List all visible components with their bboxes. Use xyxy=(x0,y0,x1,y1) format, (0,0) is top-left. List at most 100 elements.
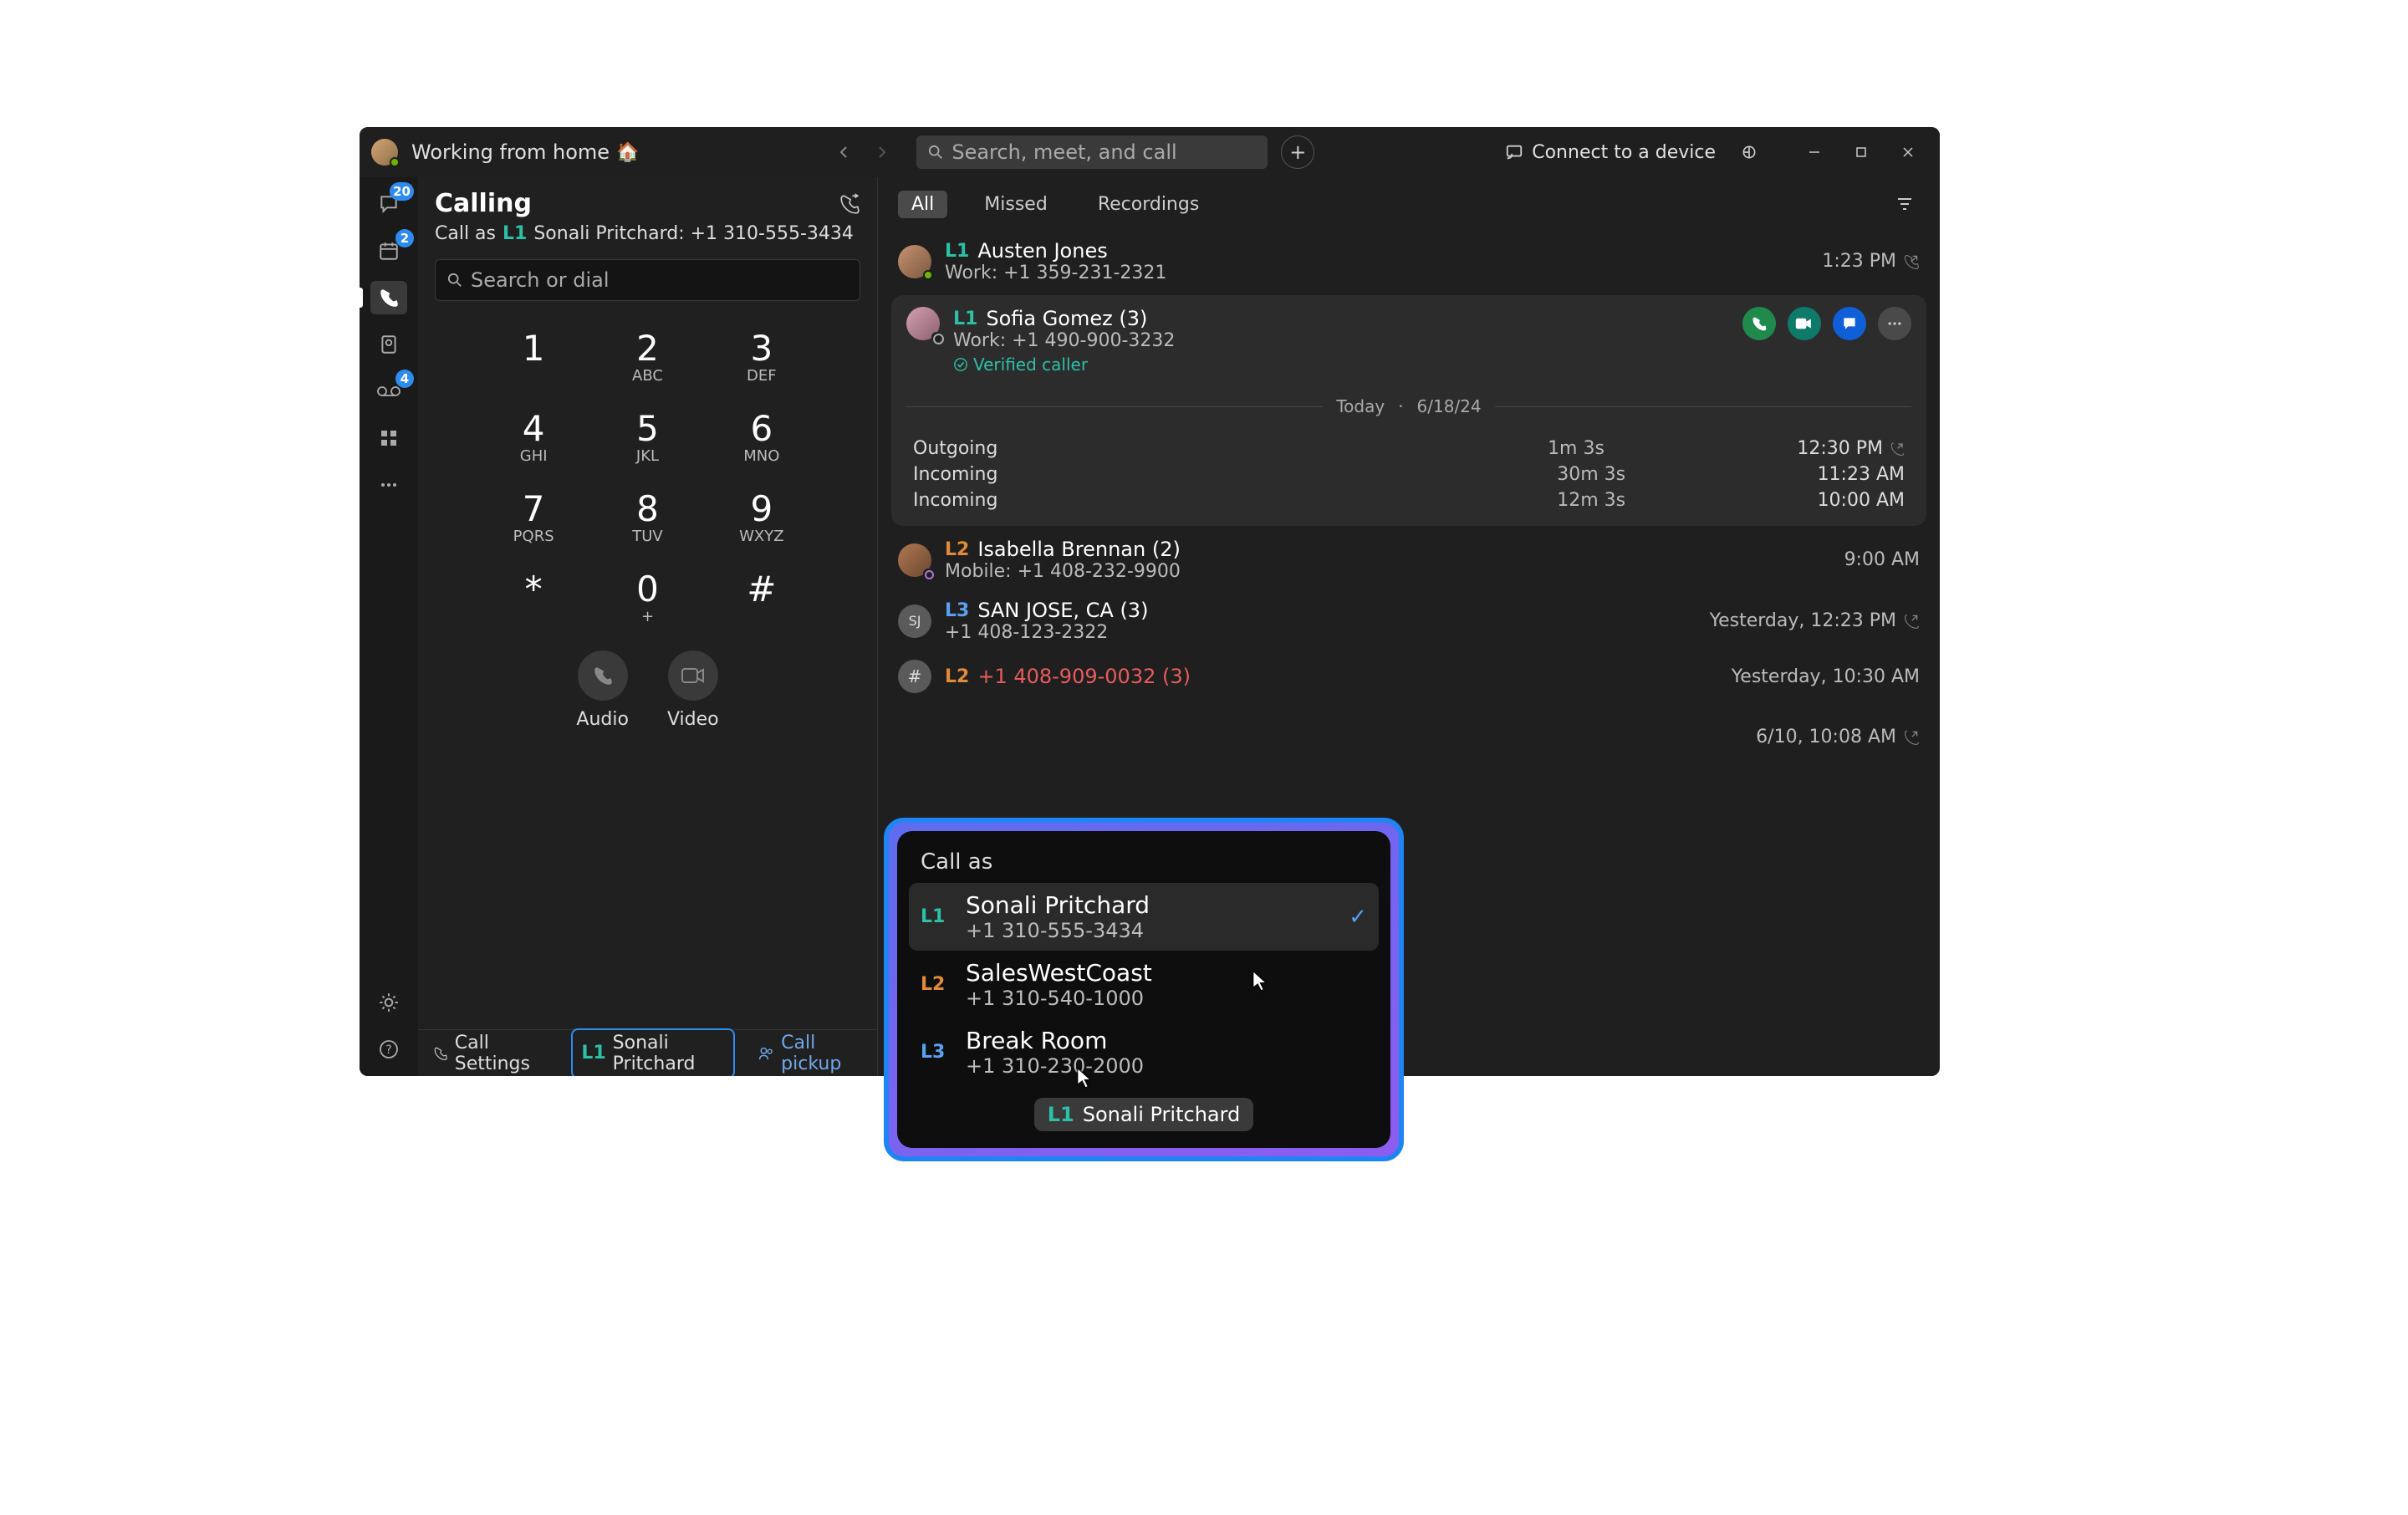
global-search-input[interactable]: Search, meet, and call xyxy=(916,135,1268,169)
popover-item-name: SalesWestCoast xyxy=(966,959,1152,987)
detail-row: Outgoing 1m 3s 12:30 PM xyxy=(913,438,1905,459)
dial-key-hash[interactable]: # xyxy=(705,569,819,625)
video-icon xyxy=(681,667,705,684)
call-settings-button[interactable]: Call Settings xyxy=(433,1033,548,1074)
phone-forward-icon xyxy=(839,193,860,215)
call-as-prefix: Call as xyxy=(435,223,496,244)
dial-key-0[interactable]: 0+ xyxy=(590,569,704,625)
detail-row: Incoming 30m 3s 11:23 AM xyxy=(913,464,1905,485)
svg-text:?: ? xyxy=(385,1043,391,1057)
rail-item-calls[interactable] xyxy=(370,281,407,314)
layout-toggle-button[interactable] xyxy=(1729,132,1769,172)
call-details: Outgoing 1m 3s 12:30 PM Incoming 30m 3s … xyxy=(906,438,1911,514)
home-emoji-icon: 🏠 xyxy=(616,142,639,163)
line-pill-badge: L1 xyxy=(581,1043,605,1064)
call-pickup-button[interactable]: Call pickup xyxy=(758,1033,862,1074)
status-text: Working from home xyxy=(411,140,610,164)
rail-item-help[interactable]: ? xyxy=(370,1033,407,1066)
caller-avatar xyxy=(906,307,940,340)
chat-button[interactable] xyxy=(1833,307,1866,340)
call-row[interactable]: 6/10, 10:08 AM xyxy=(878,701,1940,756)
tab-recordings[interactable]: Recordings xyxy=(1084,191,1213,218)
video-label: Video xyxy=(667,709,719,730)
call-row[interactable]: L1Austen Jones Work: +1 359-231-2321 1:2… xyxy=(878,231,1940,292)
tab-all[interactable]: All xyxy=(898,191,947,218)
dial-key-8[interactable]: 8TUV xyxy=(590,488,704,545)
user-status[interactable]: Working from home 🏠 xyxy=(411,140,639,164)
call-row[interactable]: SJ L3SAN JOSE, CA (3) +1 408-123-2322 Ye… xyxy=(878,590,1940,651)
close-button[interactable] xyxy=(1885,132,1931,172)
maximize-button[interactable] xyxy=(1838,132,1885,172)
detail-row: Incoming 12m 3s 10:00 AM xyxy=(913,490,1905,511)
line-badge: L1 xyxy=(921,906,946,927)
call-row-expanded[interactable]: L1Sofia Gomez (3) Work: +1 490-900-3232 … xyxy=(891,295,1926,526)
line-pill-name: Sonali Pritchard xyxy=(613,1033,725,1074)
dial-key-4[interactable]: 4GHI xyxy=(477,408,590,465)
call-time: 9:00 AM xyxy=(1844,549,1920,570)
call-as-popover: Call as L1 Sonali Pritchard +1 310-555-3… xyxy=(884,818,1404,1161)
call-subtitle: Work: +1 490-900-3232 xyxy=(953,330,1729,351)
chat-badge: 20 xyxy=(390,182,414,201)
active-line-pill[interactable]: L1 Sonali Pritchard xyxy=(571,1028,735,1077)
tab-missed[interactable]: Missed xyxy=(971,191,1061,218)
dial-key-6[interactable]: 6MNO xyxy=(705,408,819,465)
audio-call-button[interactable] xyxy=(1742,307,1776,340)
search-icon xyxy=(447,273,462,288)
call-as-line-badge: L1 xyxy=(503,223,527,244)
dial-search-input[interactable]: Search or dial xyxy=(435,259,860,301)
popover-current-pill[interactable]: L1 Sonali Pritchard xyxy=(1034,1098,1254,1131)
call-as-row: Call as L1 Sonali Pritchard: +1 310-555-… xyxy=(435,223,860,244)
history-tabs: All Missed Recordings xyxy=(878,177,1940,231)
dial-key-5[interactable]: 5JKL xyxy=(590,408,704,465)
more-button[interactable] xyxy=(1878,307,1911,340)
call-buttons: Audio Video xyxy=(418,650,877,730)
dial-key-3[interactable]: 3DEF xyxy=(705,328,819,385)
dial-key-9[interactable]: 9WXYZ xyxy=(705,488,819,545)
rail-item-voicemail[interactable]: 4 xyxy=(370,375,407,408)
user-avatar[interactable] xyxy=(371,139,398,166)
rail-item-more[interactable] xyxy=(370,468,407,502)
popover-item[interactable]: L3 Break Room +1 310-230-2000 xyxy=(897,1018,1390,1086)
dial-key-7[interactable]: 7PQRS xyxy=(477,488,590,545)
filter-button[interactable] xyxy=(1890,189,1920,219)
call-row[interactable]: L2Isabella Brennan (2) Mobile: +1 408-23… xyxy=(878,529,1940,590)
rail-item-calendar[interactable]: 2 xyxy=(370,234,407,268)
contacts-icon xyxy=(378,334,400,355)
check-icon: ✓ xyxy=(1349,905,1367,930)
cursor-icon xyxy=(1077,1069,1092,1089)
caller-avatar xyxy=(898,245,931,278)
call-subtitle: +1 408-123-2322 xyxy=(945,622,1696,643)
popover-item[interactable]: L2 SalesWestCoast +1 310-540-1000 xyxy=(897,951,1390,1018)
calling-title: Calling xyxy=(435,189,532,218)
calendar-badge: 2 xyxy=(395,229,414,247)
video-call-button[interactable] xyxy=(668,650,718,701)
connect-device-button[interactable]: Connect to a device xyxy=(1505,142,1716,163)
window-controls xyxy=(1791,132,1931,172)
calling-header: Calling Call as L1 Sonali Pritchard: +1 … xyxy=(418,177,877,249)
outgoing-icon xyxy=(1903,613,1920,630)
new-button[interactable]: + xyxy=(1281,135,1314,169)
dial-key-2[interactable]: 2ABC xyxy=(590,328,704,385)
call-time: Yesterday, 10:30 AM xyxy=(1732,666,1920,687)
dial-key-1[interactable]: 1 xyxy=(477,328,590,385)
nav-forward-button[interactable] xyxy=(866,137,896,167)
minimize-button[interactable] xyxy=(1791,132,1838,172)
rail-item-apps[interactable] xyxy=(370,421,407,455)
video-icon xyxy=(1795,317,1814,330)
dial-key-star[interactable]: * xyxy=(477,569,590,625)
call-row[interactable]: # L2+1 408-909-0032 (3) Yesterday, 10:30… xyxy=(878,651,1940,701)
popover-item-number: +1 310-230-2000 xyxy=(966,1054,1144,1078)
call-time: Yesterday, 12:23 PM xyxy=(1710,610,1920,631)
video-call-button[interactable] xyxy=(1788,307,1821,340)
popover-item[interactable]: L1 Sonali Pritchard +1 310-555-3434 ✓ xyxy=(909,883,1379,951)
forward-calls-button[interactable] xyxy=(839,193,860,215)
search-placeholder: Search, meet, and call xyxy=(951,140,1176,164)
connect-device-label: Connect to a device xyxy=(1532,142,1716,163)
phone-gear-icon xyxy=(433,1044,448,1063)
rail-item-settings[interactable] xyxy=(370,986,407,1019)
audio-call-button[interactable] xyxy=(578,650,628,701)
rail-item-contacts[interactable] xyxy=(370,328,407,361)
rail-item-chat[interactable]: 20 xyxy=(370,187,407,221)
nav-back-button[interactable] xyxy=(829,137,860,167)
popover-title: Call as xyxy=(897,846,1390,883)
